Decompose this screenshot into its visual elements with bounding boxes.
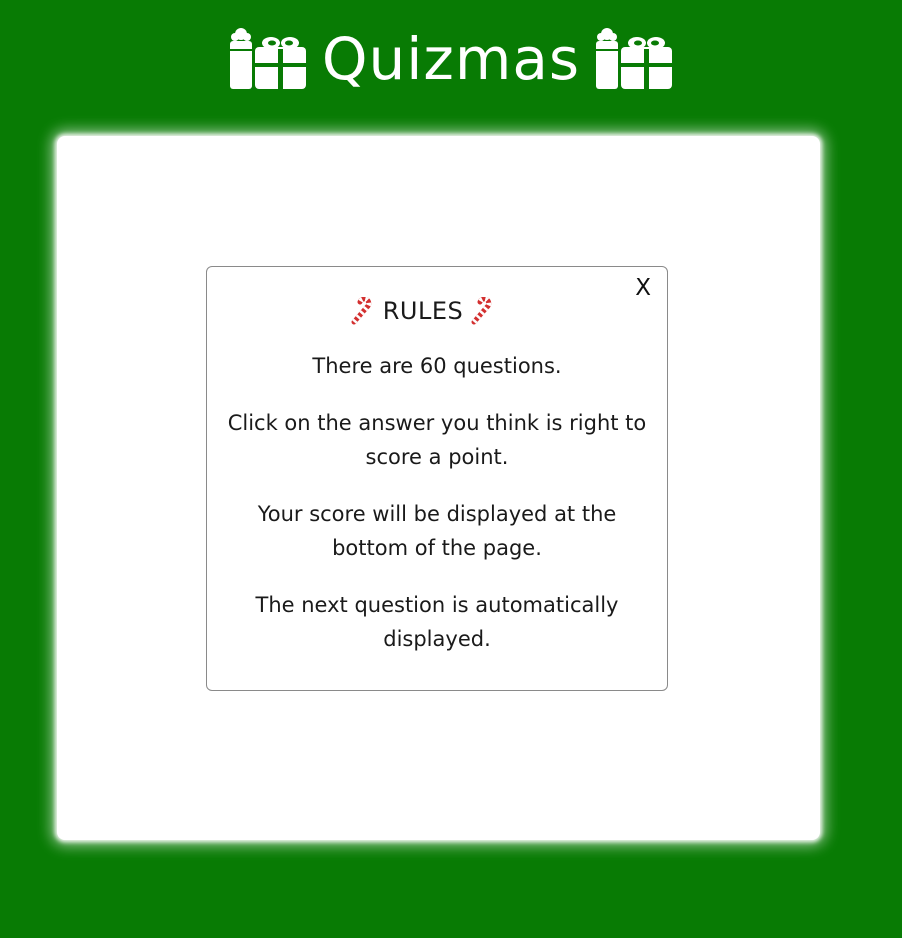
candy-cane-icon <box>469 297 497 325</box>
candy-cane-icon <box>349 297 377 325</box>
page-title: Quizmas <box>321 25 581 93</box>
rule-item: Click on the answer you think is right t… <box>227 411 647 469</box>
rules-heading: RULES <box>207 297 667 325</box>
rule-item: The next question is automatically displ… <box>255 593 619 651</box>
rules-heading-label: RULES <box>382 297 464 325</box>
rule-item: There are 60 questions. <box>312 354 562 378</box>
gift-icon <box>596 27 673 89</box>
rule-item: Your score will be displayed at the bott… <box>257 502 617 560</box>
gift-icon <box>229 27 306 89</box>
close-button[interactable]: X <box>633 275 653 302</box>
page-header: Quizmas <box>0 0 902 120</box>
rules-modal: X RULES There are 60 questions. Click on… <box>206 266 668 691</box>
